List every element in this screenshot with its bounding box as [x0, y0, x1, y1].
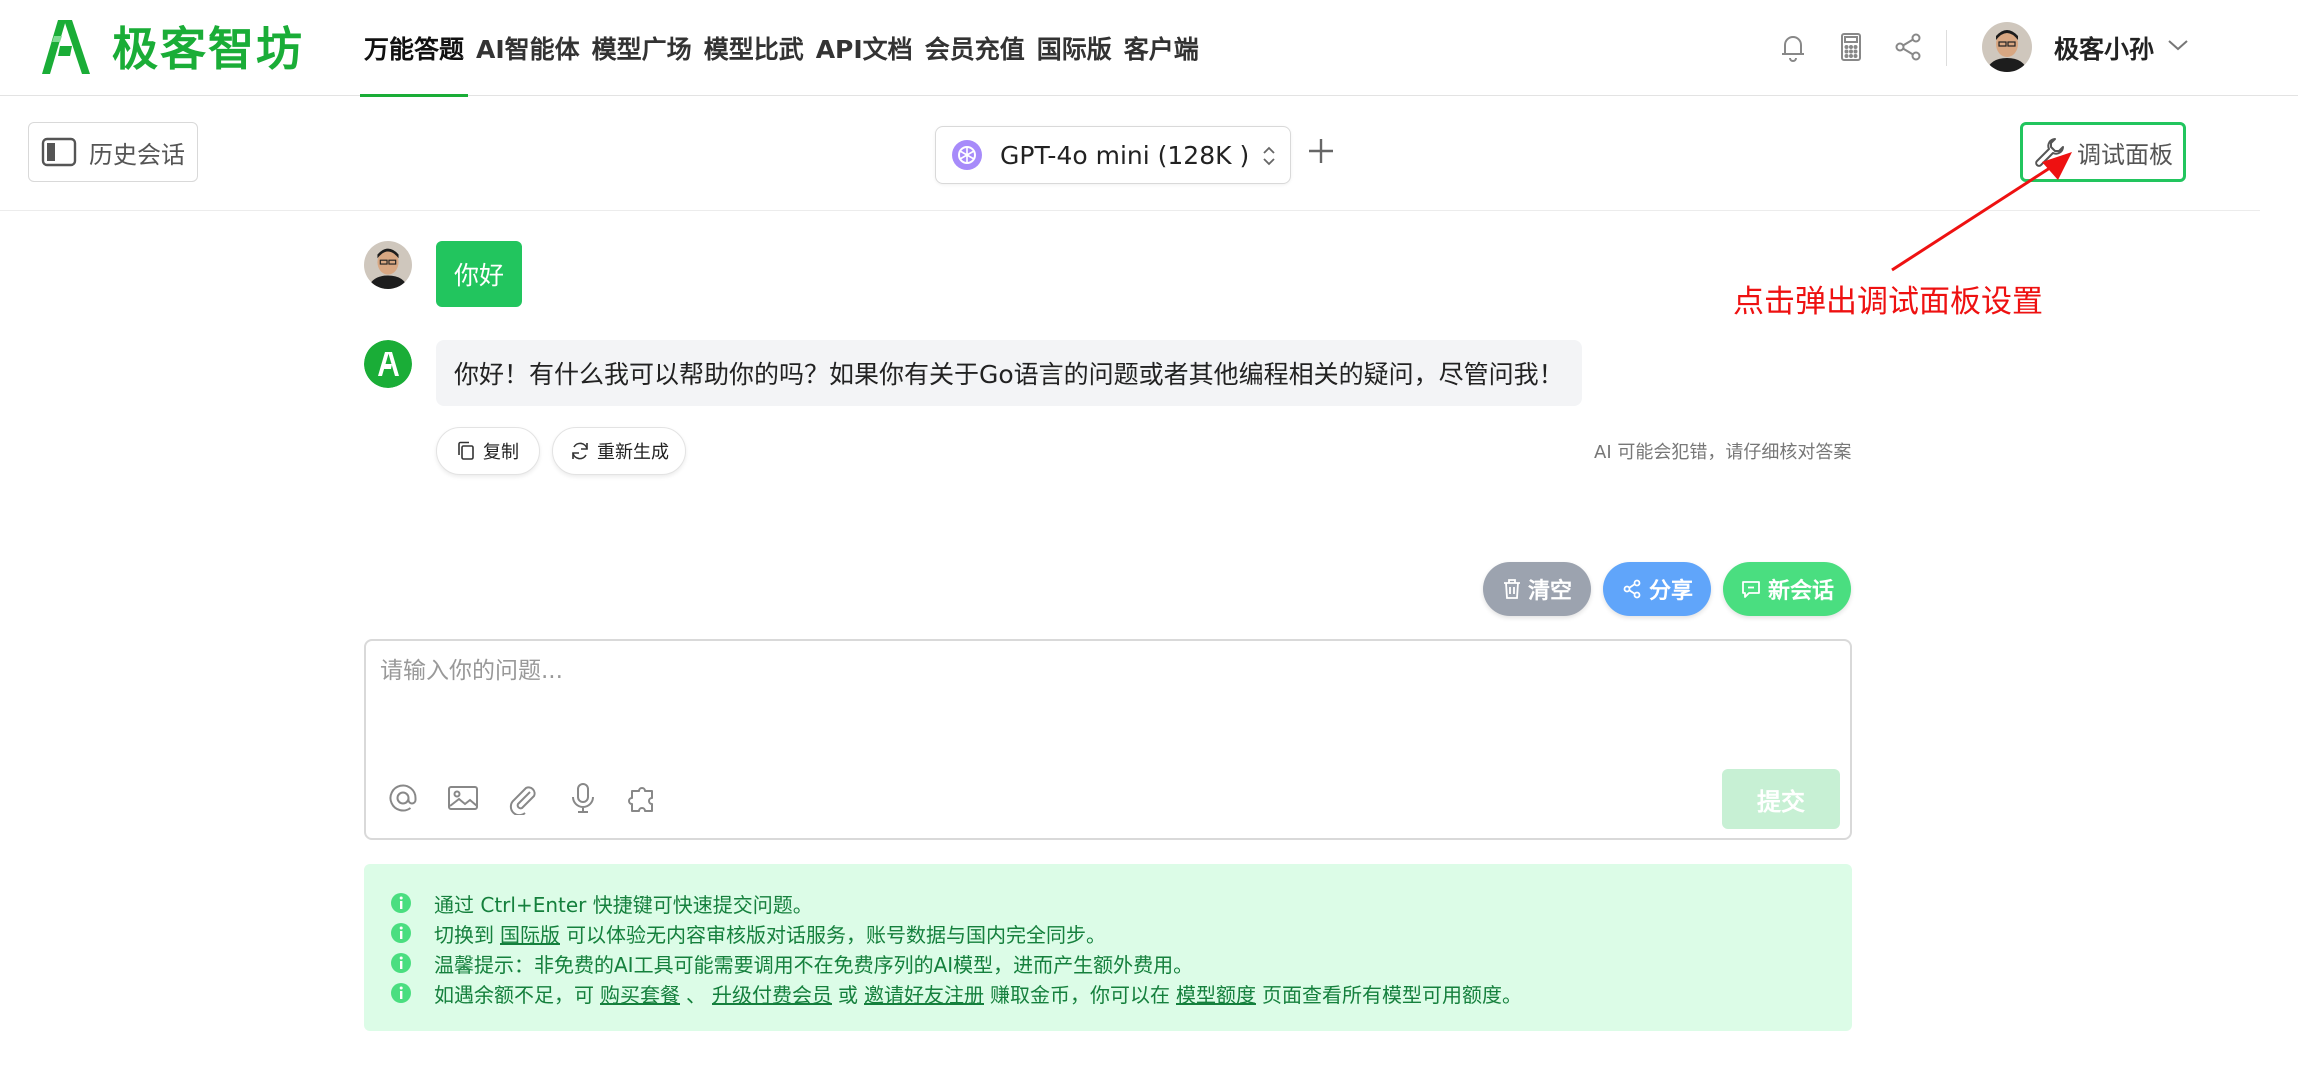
- assistant-logo-icon: [364, 340, 412, 388]
- main-nav: 万能答题 AI智能体 模型广场 模型比武 API文档 会员充值 国际版 客户端: [358, 0, 1205, 97]
- tip-text: 切换到: [434, 922, 494, 947]
- assistant-message-bubble: 你好！有什么我可以帮助你的吗？如果你有关于Go语言的问题或者其他编程相关的疑问，…: [436, 340, 1582, 406]
- brand-logo-icon: [42, 20, 90, 74]
- nav-item-label: 客户端: [1123, 35, 1199, 64]
- tip-text: 可以体验无内容审核版对话服务，账号数据与国内完全同步。: [566, 922, 1106, 947]
- debug-panel-label: 调试面板: [2077, 140, 2173, 169]
- brand[interactable]: 极客智坊: [36, 16, 304, 76]
- user-message-bubble: 你好: [436, 241, 523, 307]
- nav-item-label: 国际版: [1036, 35, 1112, 64]
- international-link[interactable]: 国际版: [500, 919, 560, 948]
- nav-item-international[interactable]: 国际版: [1031, 0, 1118, 96]
- top-navigation-bar: 极客智坊 万能答题 AI智能体 模型广场 模型比武 API文档 会员充值 国际版…: [0, 0, 2298, 97]
- info-icon: [391, 893, 411, 913]
- new-conversation-button[interactable]: 新会话: [1723, 562, 1851, 616]
- calculator-icon[interactable]: [1834, 30, 1868, 64]
- info-icon: [391, 923, 411, 943]
- question-input[interactable]: [380, 651, 1780, 731]
- nav-item-universal-qa[interactable]: 万能答题: [358, 0, 470, 97]
- bell-icon[interactable]: [1776, 30, 1810, 64]
- chevron-down-icon[interactable]: [2166, 36, 2190, 54]
- new-chat-icon: [1742, 581, 1760, 598]
- tip-text: 赚取金币，你可以在: [990, 982, 1170, 1007]
- model-selector[interactable]: GPT-4o mini (128K ): [935, 126, 1291, 184]
- user-message-avatar: [364, 241, 412, 289]
- tip-text: 、: [686, 982, 706, 1007]
- clear-button[interactable]: 清空: [1483, 562, 1591, 616]
- model-quota-link[interactable]: 模型额度: [1176, 979, 1256, 1008]
- tip-item: 通过 Ctrl+Enter 快捷键可快速提交问题。: [390, 888, 1826, 918]
- invite-friends-link[interactable]: 邀请好友注册: [864, 979, 984, 1008]
- image-icon[interactable]: [446, 781, 480, 815]
- nav-item-membership[interactable]: 会员充值: [919, 0, 1031, 96]
- info-icon: [391, 983, 411, 1003]
- regenerate-button[interactable]: 重新生成: [552, 427, 686, 475]
- annotation-arrow: [1891, 152, 2072, 272]
- refresh-icon: [572, 442, 588, 460]
- nav-item-label: 模型比武: [703, 35, 804, 64]
- regenerate-label: 重新生成: [597, 442, 669, 463]
- share-icon[interactable]: [1891, 30, 1925, 64]
- user-name[interactable]: 极客小孙: [2054, 30, 2154, 66]
- buy-package-link[interactable]: 购买套餐: [600, 979, 680, 1008]
- annotation-text: 点击弹出调试面板设置: [1733, 284, 2043, 320]
- header-divider: [1946, 30, 1947, 66]
- brand-name: 极客智坊: [112, 22, 304, 76]
- select-arrows-icon: [1263, 146, 1275, 166]
- copy-icon: [458, 441, 474, 460]
- sidebar-toggle-icon: [41, 137, 77, 167]
- avatar-photo: [364, 241, 412, 289]
- share-conversation-button[interactable]: 分享: [1603, 562, 1711, 616]
- new-chat-label: 新会话: [1767, 579, 1834, 604]
- info-icon: [391, 953, 411, 973]
- paperclip-icon[interactable]: [506, 781, 540, 815]
- nav-item-client[interactable]: 客户端: [1118, 0, 1205, 96]
- openai-model-icon: [952, 140, 982, 170]
- history-label: 历史会话: [89, 140, 185, 169]
- tip-item: 温馨提示：非免费的AI工具可能需要调用不在免费序列的AI模型，进而产生额外费用。: [390, 948, 1826, 978]
- app-root: 极客智坊 万能答题 AI智能体 模型广场 模型比武 API文档 会员充值 国际版…: [0, 0, 2298, 1074]
- tip-item: 切换到 国际版 可以体验无内容审核版对话服务，账号数据与国内完全同步。: [390, 918, 1826, 948]
- microphone-icon[interactable]: [566, 781, 600, 815]
- nav-item-model-square[interactable]: 模型广场: [586, 0, 698, 96]
- share-label: 分享: [1648, 579, 1693, 604]
- nav-item-label: API文档: [815, 35, 913, 64]
- plugin-icon[interactable]: [626, 781, 660, 815]
- model-label: GPT-4o mini (128K ): [1000, 140, 1250, 170]
- clear-label: 清空: [1527, 579, 1572, 604]
- history-conversations-button[interactable]: 历史会话: [28, 122, 198, 182]
- question-input-box: 提交: [364, 639, 1852, 840]
- nav-item-label: AI智能体: [476, 35, 580, 64]
- tip-text: 或: [838, 982, 858, 1007]
- nav-item-ai-agents[interactable]: AI智能体: [470, 0, 586, 96]
- nav-item-label: 模型广场: [591, 35, 692, 64]
- trash-icon: [1503, 579, 1520, 599]
- add-model-plus-icon[interactable]: [1306, 136, 1336, 166]
- tip-text: 温馨提示：非免费的AI工具可能需要调用不在免费序列的AI模型，进而产生额外费用。: [434, 952, 1194, 977]
- share-icon: [1623, 579, 1641, 599]
- submit-button[interactable]: 提交: [1722, 769, 1840, 829]
- tips-panel: 通过 Ctrl+Enter 快捷键可快速提交问题。 切换到 国际版 可以体验无内…: [364, 864, 1852, 1031]
- nav-item-label: 万能答题: [364, 35, 465, 64]
- ai-disclaimer: AI 可能会犯错，请仔细核对答案: [1594, 442, 1852, 463]
- assistant-avatar: [364, 340, 412, 388]
- tip-text: 页面查看所有模型可用额度。: [1262, 982, 1522, 1007]
- tip-text: 如遇余额不足，可: [434, 982, 594, 1007]
- copy-button[interactable]: 复制: [436, 427, 540, 475]
- nav-item-model-arena[interactable]: 模型比武: [698, 0, 810, 96]
- at-icon[interactable]: [386, 781, 420, 815]
- nav-item-label: 会员充值: [924, 35, 1025, 64]
- nav-item-api-docs[interactable]: API文档: [810, 0, 919, 96]
- avatar-photo: [1982, 22, 2032, 72]
- tip-text: 通过 Ctrl+Enter 快捷键可快速提交问题。: [434, 892, 813, 917]
- user-avatar[interactable]: [1982, 22, 2032, 72]
- tip-item: 如遇余额不足，可 购买套餐 、 升级付费会员 或 邀请好友注册 赚取金币，你可以…: [390, 978, 1826, 1008]
- copy-label: 复制: [483, 442, 519, 463]
- upgrade-membership-link[interactable]: 升级付费会员: [712, 979, 832, 1008]
